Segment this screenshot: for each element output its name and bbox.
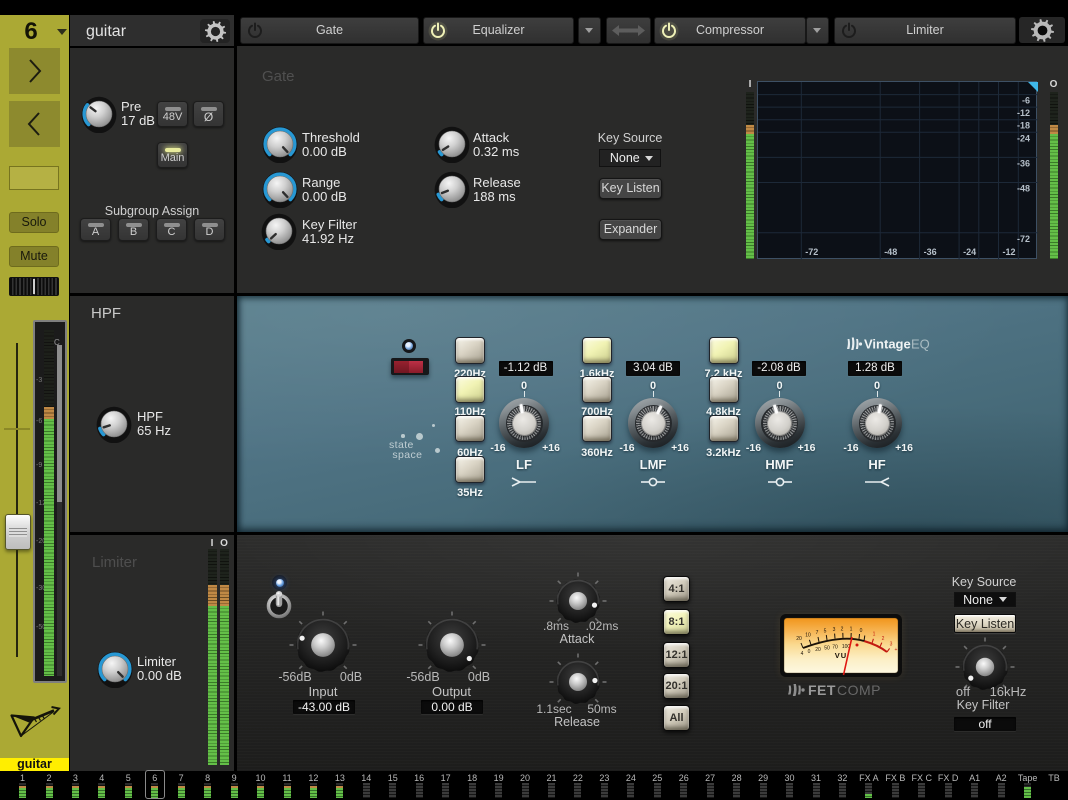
svg-text:EQ: EQ <box>911 337 930 352</box>
svg-text:Vintage: Vintage <box>864 337 911 352</box>
svg-text:2: 2 <box>841 627 844 633</box>
svg-text:-36: -36 <box>1017 158 1030 168</box>
svg-text:VU: VU <box>835 651 847 660</box>
svg-text:5: 5 <box>824 629 827 635</box>
svg-text:-24: -24 <box>1017 133 1030 143</box>
svg-text:1: 1 <box>850 627 853 633</box>
svg-text:3: 3 <box>890 642 893 648</box>
svg-text:70: 70 <box>832 645 838 651</box>
svg-text:10: 10 <box>805 633 811 639</box>
svg-text:1: 1 <box>873 632 876 638</box>
svg-text:-18: -18 <box>1017 121 1030 131</box>
svg-text:-12: -12 <box>1003 247 1016 257</box>
svg-text:20: 20 <box>796 636 802 642</box>
svg-text:2: 2 <box>882 636 885 642</box>
svg-text:-72: -72 <box>805 247 818 257</box>
svg-text:-48: -48 <box>1017 184 1030 194</box>
svg-text:COMP: COMP <box>837 682 881 698</box>
svg-text:0: 0 <box>808 649 811 655</box>
svg-text:20: 20 <box>815 647 821 653</box>
svg-text:-6: -6 <box>1022 96 1030 106</box>
svg-text:50: 50 <box>824 646 830 652</box>
svg-text:-36: -36 <box>924 247 937 257</box>
svg-text:3: 3 <box>833 627 836 633</box>
svg-text:7: 7 <box>816 630 819 636</box>
svg-text:-12: -12 <box>1017 108 1030 118</box>
svg-text:-72: -72 <box>1017 234 1030 244</box>
svg-text:FET: FET <box>808 682 836 698</box>
svg-text:+: + <box>895 647 898 653</box>
svg-text:4: 4 <box>801 651 804 657</box>
svg-text:-48: -48 <box>884 247 897 257</box>
svg-text:-24: -24 <box>963 247 976 257</box>
svg-text:0: 0 <box>860 628 863 634</box>
